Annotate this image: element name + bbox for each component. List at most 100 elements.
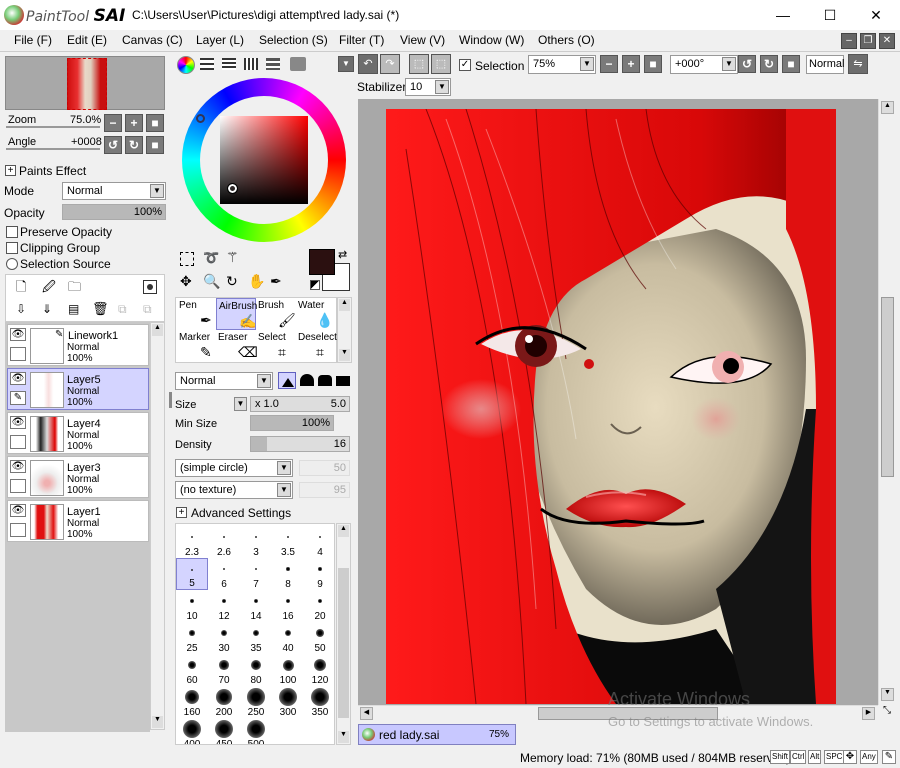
- stabilizer-select[interactable]: 10 ▼: [405, 78, 451, 96]
- scratchpad-tab-icon[interactable]: [290, 57, 306, 71]
- tool-select[interactable]: Select ⌗: [256, 330, 296, 362]
- magic-wand-icon[interactable]: ⚚: [226, 249, 239, 266]
- brush-shape-select[interactable]: (simple circle) ▼: [175, 459, 293, 477]
- layer-list-scrollbar[interactable]: ▲ ▼: [150, 322, 165, 730]
- resize-grip-icon[interactable]: ⤡: [878, 705, 896, 721]
- layer-lock-checkbox[interactable]: [10, 347, 26, 361]
- visibility-eye-icon[interactable]: 👁: [10, 416, 26, 429]
- rect-select-icon[interactable]: [180, 252, 194, 266]
- scroll-down-icon[interactable]: ▼: [338, 731, 349, 743]
- color-handle[interactable]: [227, 183, 238, 194]
- brush-size-cell[interactable]: 2.3: [176, 526, 208, 558]
- brush-size-cell[interactable]: 120: [304, 654, 334, 686]
- brush-size-cell[interactable]: 4: [304, 526, 334, 558]
- merge-down-icon[interactable]: ⇓: [42, 302, 52, 316]
- layer-row-layer5[interactable]: 👁 ✎ Layer5 Normal 100%: [7, 368, 149, 410]
- brush-size-cell[interactable]: 160: [176, 686, 208, 718]
- tool-grid-scrollbar[interactable]: ▲ ▼: [337, 297, 352, 363]
- zoom-icon[interactable]: 🔍: [203, 273, 220, 290]
- visibility-eye-icon[interactable]: 👁: [10, 372, 26, 385]
- rotate-right-button[interactable]: ↻: [125, 136, 143, 154]
- rgb-slider-tab-icon[interactable]: [200, 58, 214, 70]
- brush-size-cell[interactable]: 80: [240, 654, 272, 686]
- close-button[interactable]: ✕: [853, 0, 899, 30]
- clear-layer-icon[interactable]: ▤: [68, 302, 79, 316]
- rotate-left-button[interactable]: ↺: [104, 136, 122, 154]
- density-slider[interactable]: 16: [250, 436, 350, 452]
- tool-marker[interactable]: Marker ✎: [176, 330, 216, 362]
- brush-size-cell[interactable]: 3: [240, 526, 272, 558]
- brush-size-cell[interactable]: 12: [208, 590, 240, 622]
- expand-icon[interactable]: +: [176, 507, 187, 518]
- menu-selection[interactable]: Selection (S): [259, 33, 328, 47]
- tool-brush[interactable]: Brush 🖌: [256, 298, 296, 330]
- layer-lock-checkbox[interactable]: [10, 435, 26, 449]
- maximize-button[interactable]: ☐: [807, 0, 853, 30]
- brush-size-cell[interactable]: 25: [176, 622, 208, 654]
- zoom-slider[interactable]: [6, 126, 100, 128]
- brush-size-cell[interactable]: 16: [272, 590, 304, 622]
- brush-size-scrollbar[interactable]: ▲ ▼: [336, 523, 351, 745]
- hue-handle[interactable]: [196, 114, 205, 123]
- preserve-opacity-checkbox[interactable]: [6, 226, 18, 238]
- layer-row-linework1[interactable]: 👁 ✎ Linework1 Normal 100%: [7, 324, 149, 366]
- color-wheel[interactable]: [182, 78, 346, 242]
- mdi-minimize-button[interactable]: –: [841, 33, 857, 49]
- layer-row-layer3[interactable]: 👁 Layer3 Normal 100%: [7, 456, 149, 498]
- brush-size-cell[interactable]: 40: [272, 622, 304, 654]
- brush-texture-select[interactable]: (no texture) ▼: [175, 481, 293, 499]
- brush-size-cell[interactable]: 9: [304, 558, 334, 590]
- size-slider[interactable]: x 1.0 5.0: [250, 396, 350, 412]
- scroll-thumb[interactable]: [881, 297, 894, 477]
- brush-size-cell[interactable]: 10: [176, 590, 208, 622]
- menu-canvas[interactable]: Canvas (C): [122, 33, 183, 47]
- selection-source-radio[interactable]: [6, 258, 18, 270]
- angle-select[interactable]: +000° ▼: [670, 55, 738, 74]
- tool-water[interactable]: Water 💧: [296, 298, 336, 330]
- brush-size-cell[interactable]: 6: [208, 558, 240, 590]
- selection-visible-checkbox[interactable]: ✓: [459, 59, 471, 71]
- brush-size-cell[interactable]: 350: [304, 686, 334, 718]
- menu-others[interactable]: Others (O): [538, 33, 595, 47]
- scroll-up-icon[interactable]: ▲: [881, 101, 894, 114]
- scroll-up-icon[interactable]: ▲: [339, 299, 350, 311]
- brush-blend-select[interactable]: Normal ▼: [175, 372, 273, 390]
- brush-size-cell[interactable]: 100: [272, 654, 304, 686]
- brush-size-cell[interactable]: 60: [176, 654, 208, 686]
- flip-horizontal-icon[interactable]: ⇋: [848, 54, 868, 74]
- visibility-eye-icon[interactable]: 👁: [10, 460, 26, 473]
- mixer-tab-icon[interactable]: [266, 58, 280, 70]
- brush-size-cell[interactable]: 30: [208, 622, 240, 654]
- menu-view[interactable]: View (V): [400, 33, 445, 47]
- brush-size-cell[interactable]: 14: [240, 590, 272, 622]
- brush-shape-sharp-button[interactable]: [278, 372, 296, 389]
- tool-deselect[interactable]: Deselect ⌗: [296, 330, 337, 362]
- toolbar-zoom-reset-button[interactable]: ■: [644, 55, 662, 73]
- brush-size-cell[interactable]: 400: [176, 718, 208, 744]
- brush-size-cell[interactable]: 200: [208, 686, 240, 718]
- canvas-vertical-scrollbar[interactable]: ▲ ▼: [878, 99, 896, 705]
- mask-icon[interactable]: [143, 280, 157, 294]
- tool-eraser[interactable]: Eraser ⌫: [216, 330, 258, 362]
- tool-pen[interactable]: Pen ✒: [176, 298, 216, 330]
- navigator-preview[interactable]: [5, 56, 165, 110]
- color-wheel-tab-icon[interactable]: [177, 56, 195, 74]
- hsv-slider-tab-icon[interactable]: [222, 58, 236, 70]
- trash-icon[interactable]: 🗑: [92, 301, 109, 317]
- reset-colors-icon[interactable]: [310, 280, 320, 290]
- brush-edit-icon[interactable]: ✎: [10, 391, 26, 405]
- swatches-tab-icon[interactable]: [244, 58, 258, 70]
- brush-size-cell[interactable]: 300: [272, 686, 304, 718]
- scroll-thumb[interactable]: [338, 568, 349, 718]
- document-tab[interactable]: red lady.sai 75%: [358, 724, 516, 745]
- brush-shape-round-button[interactable]: [300, 374, 314, 386]
- mode-select[interactable]: Normal ▼: [62, 182, 166, 200]
- scroll-left-icon[interactable]: ◀: [360, 707, 373, 720]
- zoom-reset-button[interactable]: ■: [146, 114, 164, 132]
- brush-size-cell[interactable]: 2.6: [208, 526, 240, 558]
- angle-slider[interactable]: [6, 148, 100, 150]
- undo-icon[interactable]: ↶: [358, 54, 378, 74]
- canvas-artwork[interactable]: [386, 109, 836, 704]
- minimize-button[interactable]: —: [760, 0, 806, 30]
- menu-file[interactable]: File (F): [14, 33, 52, 47]
